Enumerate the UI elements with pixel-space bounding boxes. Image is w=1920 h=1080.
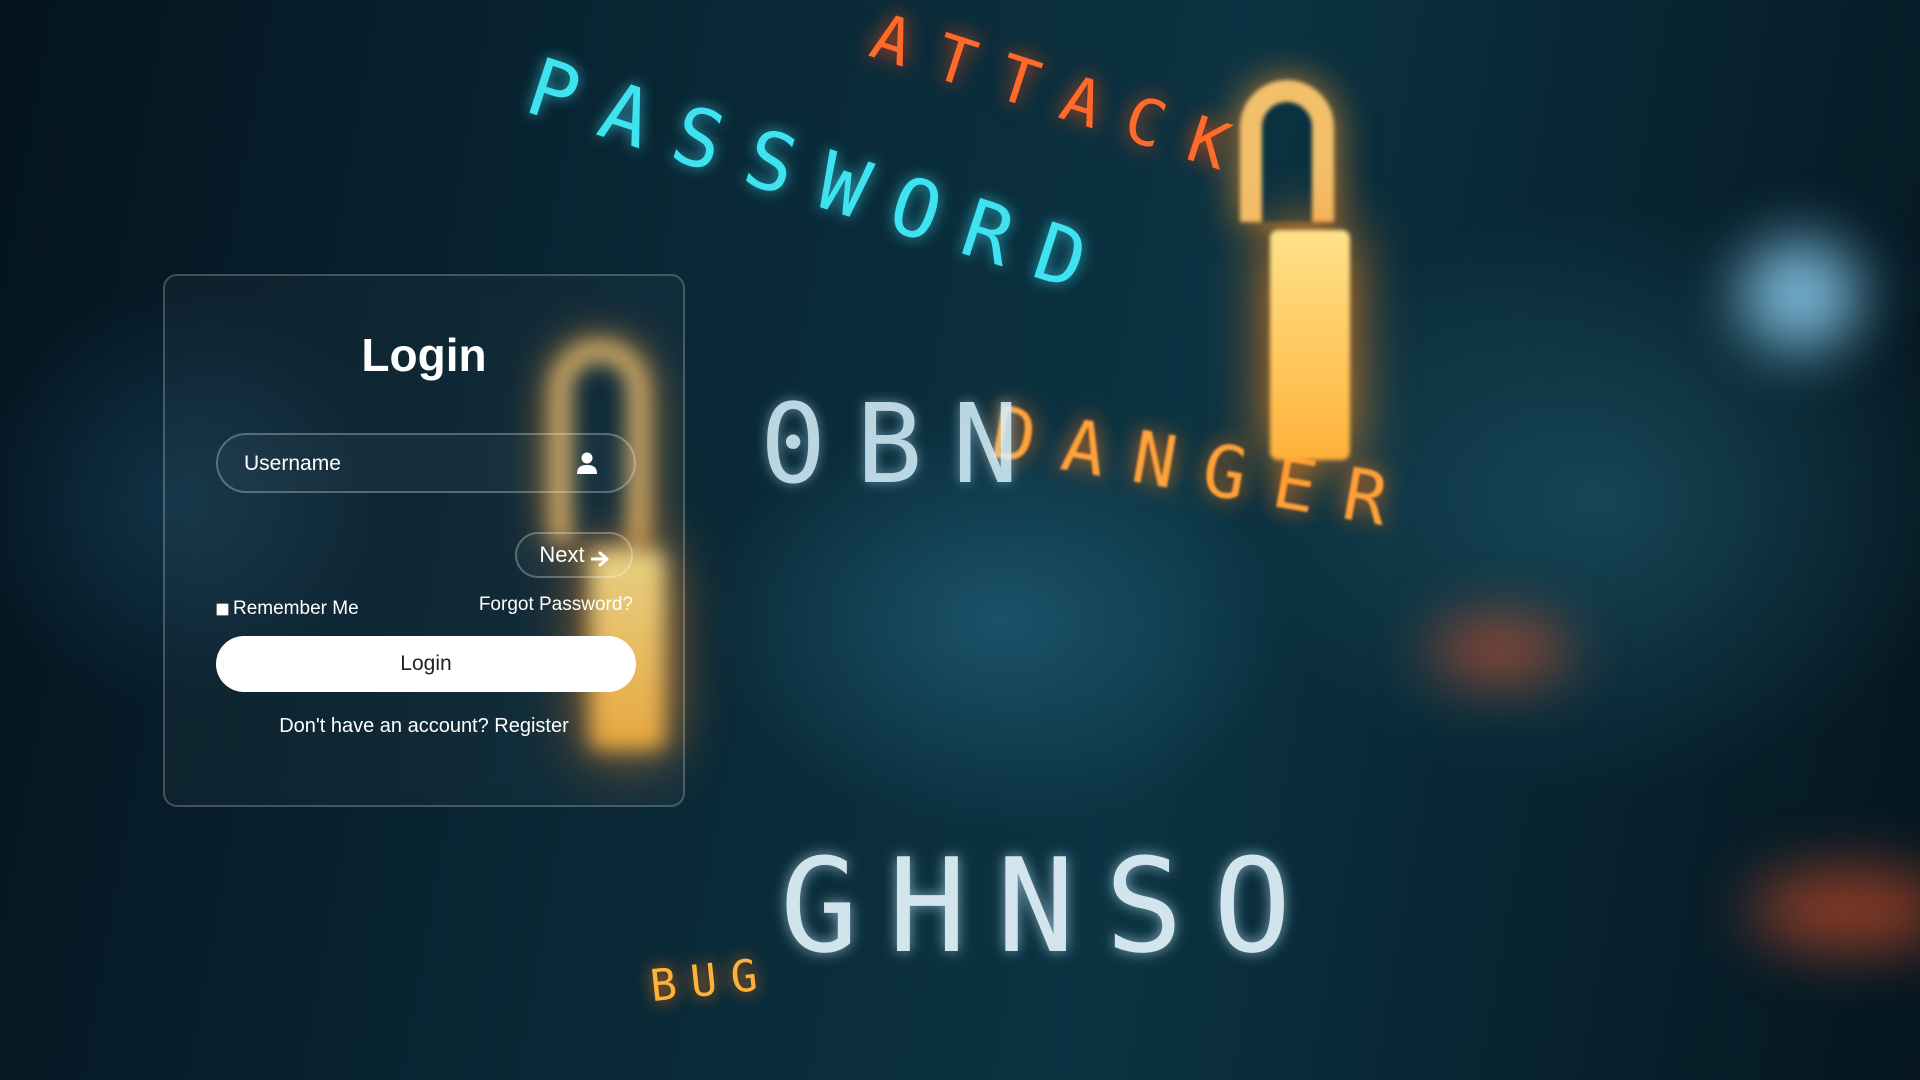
background-orange-glow	[1750, 870, 1920, 950]
login-title: Login	[361, 329, 487, 381]
register-prompt: Don't have an account?	[279, 715, 495, 737]
register-link[interactable]: Register	[494, 715, 568, 737]
remember-me-row: Remember Me	[216, 598, 359, 620]
login-button[interactable]: Login	[216, 636, 636, 692]
forgot-password-link[interactable]: Forgot Password?	[479, 594, 633, 616]
background-word-bug: BUG	[647, 948, 774, 1013]
username-field[interactable]	[216, 433, 636, 493]
username-input[interactable]	[242, 435, 566, 493]
user-icon	[576, 451, 598, 475]
remember-me-checkbox[interactable]	[216, 602, 229, 616]
background-light-glow	[1740, 240, 1860, 350]
remember-me-label: Remember Me	[233, 598, 359, 619]
arrow-right-icon	[590, 547, 609, 567]
register-row: Don't have an account? Register	[165, 715, 683, 738]
login-card: Login Next Remember Me Forgot Password? …	[163, 274, 685, 807]
background-codes: 0BN	[760, 380, 1049, 508]
background-word-danger: DANGER	[985, 390, 1422, 548]
next-button[interactable]: Next	[515, 532, 633, 578]
background-orange-glow	[1430, 620, 1570, 680]
next-button-label: Next	[539, 542, 585, 567]
background-codes: GHNSO	[780, 830, 1322, 982]
